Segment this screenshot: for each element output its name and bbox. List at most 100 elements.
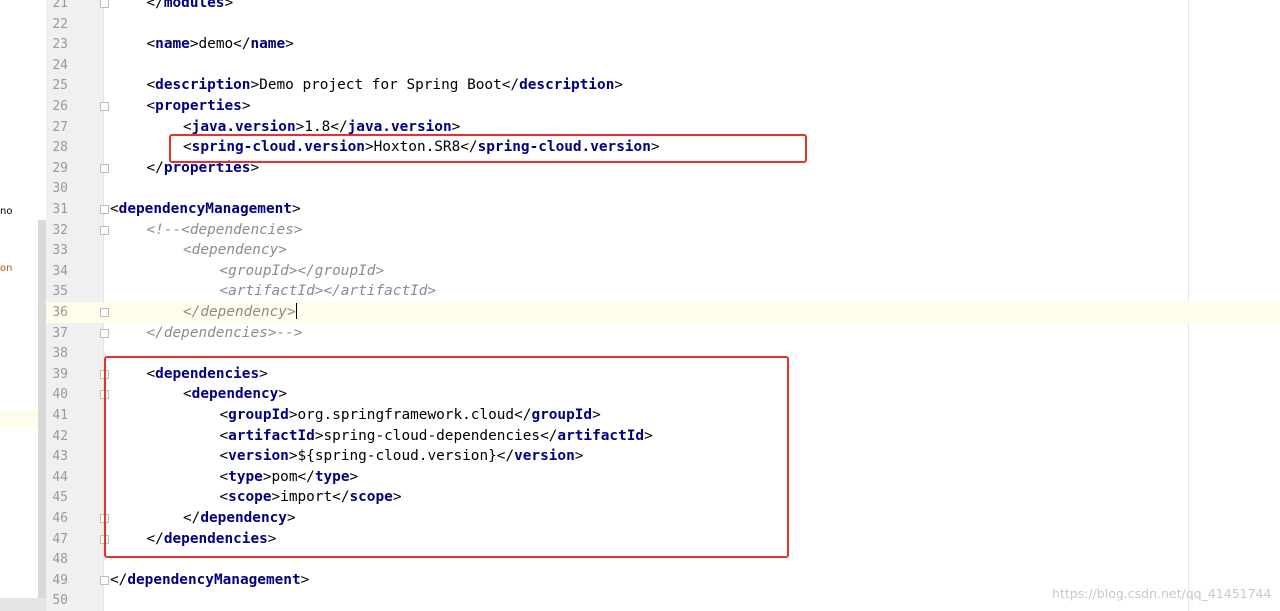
project-panel-edge: no on (0, 0, 38, 611)
fold-marker-icon[interactable] (100, 575, 109, 585)
line-number[interactable]: 48 (46, 550, 68, 571)
xml-tag-name: java.version (191, 118, 296, 135)
xml-comment: <artifactId></artifactId> (219, 283, 437, 300)
xml-bracket: > (241, 98, 251, 114)
xml-bracket: </ (330, 118, 348, 135)
line-number[interactable]: 31 (46, 200, 68, 221)
xml-tag-name: dependencyManagement (127, 571, 301, 588)
line-number[interactable]: 37 (46, 324, 68, 345)
line-number[interactable]: 42 (46, 427, 68, 448)
xml-comment: <!--<dependencies> (146, 221, 303, 238)
code-line[interactable]: 26 <properties> (46, 96, 1280, 117)
line-number[interactable]: 49 (46, 571, 68, 592)
project-panel-scrollbar[interactable] (38, 220, 46, 611)
line-number[interactable]: 21 (46, 0, 68, 15)
code-text[interactable]: <!--<dependencies> (147, 220, 303, 241)
project-tree-fragment[interactable]: on (0, 263, 12, 274)
xml-comment: </dependencies>--> (146, 324, 303, 341)
xml-bracket: > (451, 118, 461, 135)
xml-text: demo (198, 36, 234, 53)
line-number[interactable]: 50 (46, 591, 68, 611)
xml-tag-name: dependencyManagement (118, 201, 292, 217)
line-number[interactable]: 39 (46, 365, 68, 386)
line-number[interactable]: 32 (46, 221, 68, 242)
code-line[interactable]: 24 (46, 55, 1280, 76)
line-number[interactable]: 46 (46, 509, 68, 530)
xml-comment: </dependency> (183, 304, 296, 320)
line-number[interactable]: 41 (46, 406, 68, 427)
project-tree-selection (0, 410, 38, 428)
xml-bracket: > (250, 77, 260, 94)
line-number[interactable]: 40 (46, 385, 68, 406)
xml-bracket: > (295, 118, 305, 135)
code-line[interactable]: 31 <dependencyManagement> (46, 199, 1280, 220)
code-text[interactable]: <artifactId></artifactId> (220, 281, 437, 302)
code-line[interactable]: 23 <name>demo</name> (46, 34, 1280, 55)
xml-bracket: < (146, 36, 156, 53)
code-line[interactable]: 30 (46, 178, 1280, 199)
code-line[interactable]: 36 </dependency> (46, 302, 1280, 323)
code-text[interactable]: <properties> (147, 96, 251, 117)
code-text[interactable]: <description>Demo project for Spring Boo… (147, 75, 624, 96)
fold-marker-icon[interactable] (100, 102, 109, 111)
code-line[interactable]: 21 </modules> (46, 0, 1280, 14)
highlight-box-spring-cloud-version (169, 134, 807, 163)
fold-marker-icon[interactable] (100, 0, 109, 8)
project-tree-fragment[interactable]: no (0, 206, 12, 217)
xml-bracket: < (146, 98, 156, 114)
highlight-box-dependencies (104, 356, 789, 558)
line-number[interactable]: 27 (46, 118, 68, 139)
line-number[interactable]: 35 (46, 282, 68, 303)
code-text[interactable]: </dependency> (183, 302, 297, 323)
xml-bracket: > (300, 571, 310, 588)
line-number[interactable]: 22 (46, 15, 68, 36)
line-number[interactable]: 47 (46, 530, 68, 551)
code-text[interactable]: </modules> (147, 0, 234, 14)
xml-tag-name: modules (163, 0, 225, 11)
line-number[interactable]: 44 (46, 468, 68, 489)
code-text[interactable]: <groupId></groupId> (220, 261, 385, 282)
fold-marker-icon[interactable] (100, 308, 109, 317)
xml-comment: <dependency> (183, 242, 287, 259)
fold-marker-icon[interactable] (100, 163, 109, 173)
code-line[interactable]: 33 <dependency> (46, 240, 1280, 261)
code-text[interactable]: <dependencyManagement> (110, 199, 301, 220)
line-number[interactable]: 24 (46, 56, 68, 77)
fold-marker-icon[interactable] (100, 205, 109, 214)
xml-tag-name: java.version (347, 118, 452, 135)
code-text[interactable]: </dependencyManagement> (110, 570, 309, 591)
code-line[interactable]: 32 <!--<dependencies> (46, 220, 1280, 241)
code-text[interactable]: <name>demo</name> (147, 34, 294, 55)
watermark: https://blog.csdn.net/qq_41451744 (1052, 586, 1272, 601)
line-number[interactable]: 45 (46, 488, 68, 509)
xml-bracket: < (183, 118, 192, 135)
line-number[interactable]: 33 (46, 241, 68, 262)
xml-bracket: < (146, 77, 156, 94)
code-line[interactable]: 35 <artifactId></artifactId> (46, 281, 1280, 302)
xml-text: Demo project for Spring Boot (259, 77, 502, 94)
line-number[interactable]: 26 (46, 97, 68, 118)
code-line[interactable]: 25 <description>Demo project for Spring B… (46, 75, 1280, 96)
line-number[interactable]: 38 (46, 344, 68, 365)
line-number[interactable]: 28 (46, 138, 68, 159)
xml-bracket: > (285, 36, 294, 53)
line-number[interactable]: 34 (46, 262, 68, 283)
code-line[interactable]: 34 <groupId></groupId> (46, 261, 1280, 282)
xml-bracket: > (189, 36, 199, 53)
code-line[interactable]: 22 (46, 14, 1280, 35)
code-text[interactable]: <dependency> (183, 240, 287, 261)
line-number[interactable]: 30 (46, 179, 68, 200)
fold-marker-icon[interactable] (100, 225, 109, 235)
fold-marker-icon[interactable] (100, 328, 109, 338)
line-number[interactable]: 23 (46, 35, 68, 56)
line-number[interactable]: 36 (46, 303, 68, 324)
line-number[interactable]: 43 (46, 447, 68, 468)
xml-bracket: </ (233, 36, 251, 53)
xml-comment: <groupId></groupId> (219, 262, 385, 279)
xml-tag-name: name (250, 36, 286, 53)
xml-bracket: > (291, 201, 301, 217)
code-text[interactable]: </dependencies>--> (147, 323, 303, 344)
code-line[interactable]: 37 </dependencies>--> (46, 323, 1280, 344)
line-number[interactable]: 25 (46, 76, 68, 97)
line-number[interactable]: 29 (46, 159, 68, 180)
